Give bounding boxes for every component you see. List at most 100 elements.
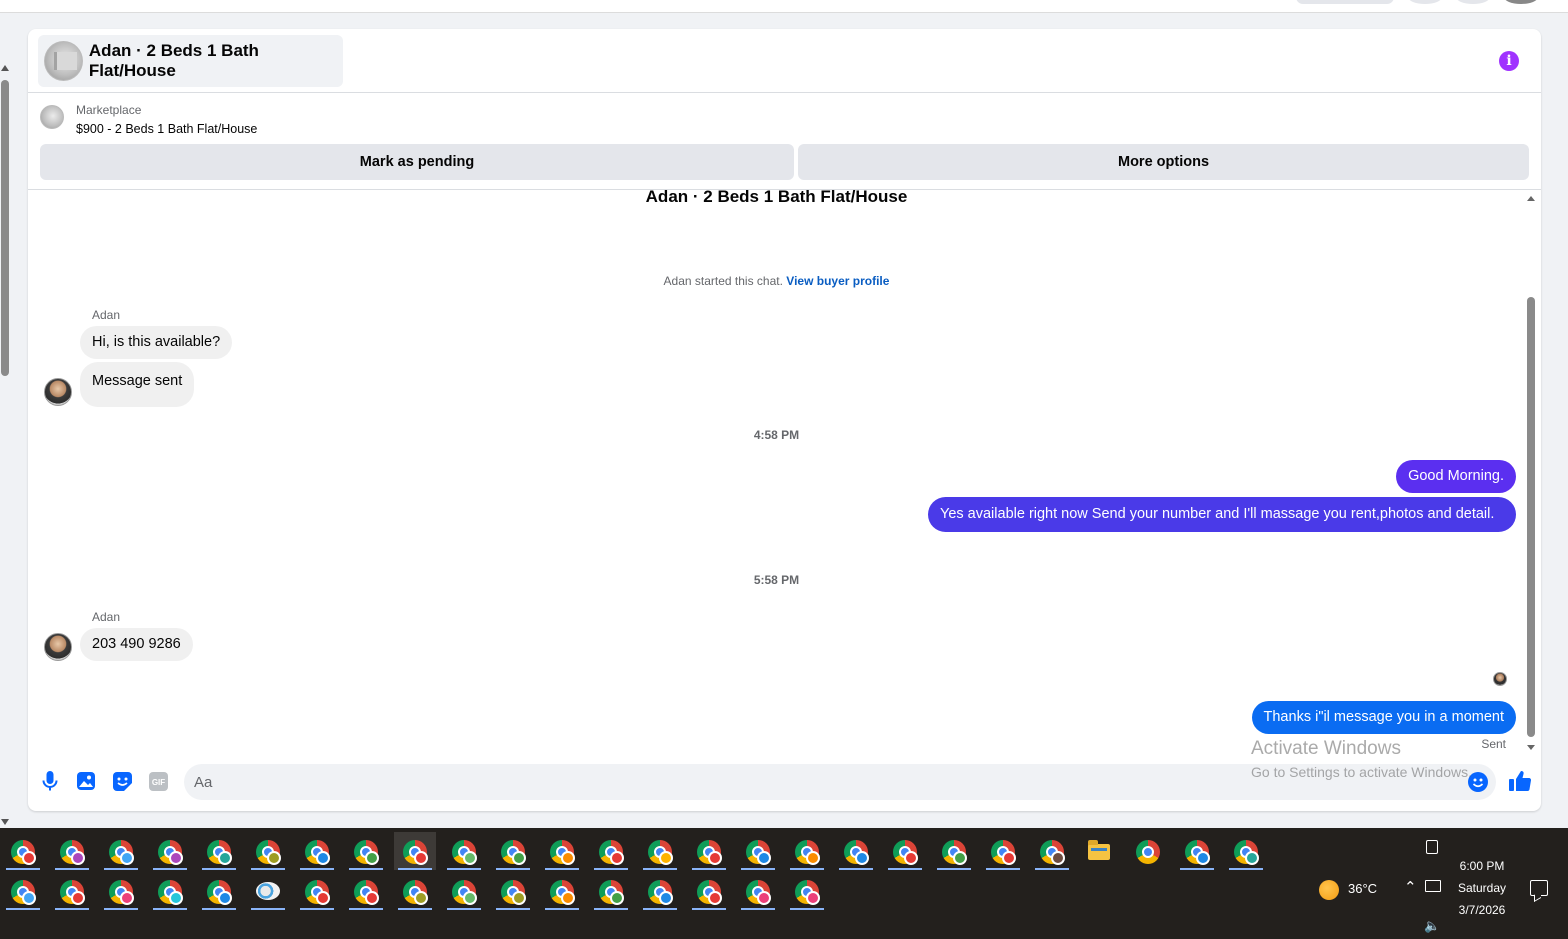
chrome-profile-taskbar-icon[interactable]	[100, 872, 142, 910]
chrome-profile-taskbar-icon[interactable]	[51, 832, 93, 870]
chrome-profile-taskbar-icon[interactable]	[786, 832, 828, 870]
chrome-profile-taskbar-icon[interactable]	[247, 832, 289, 870]
chrome-profile-taskbar-icon[interactable]	[835, 832, 877, 870]
file-explorer-taskbar-icon[interactable]	[1078, 832, 1120, 870]
listing-thumbnail	[44, 41, 83, 81]
chrome-profile-taskbar-icon[interactable]	[590, 832, 632, 870]
chrome-profile-taskbar-icon[interactable]	[100, 832, 142, 870]
notification-icon[interactable]	[1530, 880, 1548, 896]
chrome-profile-taskbar-icon[interactable]	[492, 872, 534, 910]
thumbs-up-icon[interactable]	[1509, 770, 1532, 792]
chrome-profile-taskbar-icon[interactable]	[296, 832, 338, 870]
speaker-icon[interactable]: 🔈	[1424, 918, 1440, 934]
chrome-profile-taskbar-icon[interactable]	[541, 832, 583, 870]
chrome-profile-taskbar-icon[interactable]	[639, 872, 681, 910]
incoming-message[interactable]: 203 490 9286	[80, 628, 193, 661]
chrome-profile-taskbar-icon[interactable]	[2, 872, 44, 910]
mark-as-pending-button[interactable]: Mark as pending	[40, 144, 794, 180]
view-buyer-profile-link[interactable]: View buyer profile	[786, 274, 889, 288]
paint-taskbar-icon[interactable]	[247, 872, 289, 910]
chrome-profile-taskbar-icon[interactable]	[443, 872, 485, 910]
meet-now-icon[interactable]	[1426, 840, 1438, 854]
emoji-icon[interactable]	[1468, 772, 1488, 792]
chat-started-text: Adan started this chat.	[663, 274, 787, 288]
page-scrollbar[interactable]	[0, 60, 10, 825]
scroll-up-arrow[interactable]	[1527, 196, 1535, 201]
message-composer: GIF	[28, 759, 1541, 811]
marketplace-bar: Marketplace $900 - 2 Beds 1 Bath Flat/Ho…	[28, 93, 1541, 190]
chrome-profile-taskbar-icon[interactable]	[590, 872, 632, 910]
scroll-thumb[interactable]	[1, 80, 9, 376]
gif-label: GIF	[151, 778, 164, 787]
chrome-profile-taskbar-icon[interactable]	[394, 872, 436, 910]
chrome-profile-taskbar-icon[interactable]	[149, 832, 191, 870]
outgoing-message[interactable]: Thanks i"il message you in a moment	[1251, 701, 1516, 734]
sender-name: Adan	[92, 308, 121, 322]
gif-icon[interactable]: GIF	[147, 770, 169, 792]
microphone-icon[interactable]	[39, 770, 61, 792]
chrome-taskbar-icon[interactable]	[1127, 832, 1169, 870]
chat-started-notice: Adan started this chat. View buyer profi…	[28, 274, 1525, 288]
chrome-profile-taskbar-icon[interactable]	[1225, 832, 1267, 870]
chrome-profile-taskbar-icon[interactable]	[982, 832, 1024, 870]
chrome-profile-taskbar-icon[interactable]	[541, 872, 583, 910]
chrome-profile-taskbar-icon[interactable]	[51, 872, 93, 910]
scroll-thumb[interactable]	[1527, 297, 1535, 737]
scroll-up-arrow[interactable]	[1, 65, 9, 71]
sticker-icon[interactable]	[111, 770, 133, 792]
chrome-profile-taskbar-icon[interactable]	[492, 832, 534, 870]
chrome-profile-taskbar-icon[interactable]	[198, 872, 240, 910]
conversation-title: Adan · 2 Beds 1 Bath Flat/House	[88, 41, 259, 80]
conversation-title-button[interactable]: Adan · 2 Beds 1 Bath Flat/House	[38, 35, 343, 87]
chrome-profile-taskbar-icon[interactable]	[149, 872, 191, 910]
scroll-down-arrow[interactable]	[1527, 745, 1535, 750]
listing-small-thumbnail[interactable]	[40, 105, 64, 129]
incoming-message[interactable]: Hi, is this available?	[80, 326, 233, 359]
chrome-profile-taskbar-icon[interactable]	[443, 832, 485, 870]
incoming-message[interactable]: Message sent	[80, 362, 195, 407]
chrome-profile-taskbar-icon[interactable]	[688, 832, 730, 870]
chrome-profile-taskbar-icon[interactable]	[1176, 832, 1218, 870]
chrome-profile-taskbar-icon[interactable]	[688, 872, 730, 910]
chrome-profile-taskbar-icon[interactable]	[345, 872, 387, 910]
buyer-avatar[interactable]	[44, 378, 72, 406]
network-icon[interactable]	[1425, 880, 1441, 892]
outgoing-message[interactable]: Good Morning.	[1396, 460, 1516, 493]
chat-window: Adan · 2 Beds 1 Bath Flat/House i Market…	[28, 29, 1541, 811]
scroll-down-arrow[interactable]	[1, 819, 9, 825]
clock-day[interactable]: Saturday	[1452, 881, 1512, 895]
outgoing-message[interactable]: Yes available right now Send your number…	[928, 497, 1516, 532]
chrome-profile-taskbar-icon[interactable]	[786, 872, 828, 910]
clock-date[interactable]: 3/7/2026	[1452, 903, 1512, 917]
buyer-avatar[interactable]	[44, 633, 72, 661]
listing-price-title[interactable]: $900 - 2 Beds 1 Bath Flat/House	[76, 122, 257, 136]
more-options-button[interactable]: More options	[798, 144, 1529, 180]
chrome-profile-taskbar-icon[interactable]	[296, 872, 338, 910]
browser-top-strip	[0, 0, 1568, 13]
clock-time[interactable]: 6:00 PM	[1452, 859, 1512, 873]
chrome-profile-taskbar-icon[interactable]	[198, 832, 240, 870]
chrome-profile-taskbar-icon[interactable]	[737, 872, 779, 910]
chrome-profile-taskbar-icon[interactable]	[345, 832, 387, 870]
message-input-wrapper[interactable]	[184, 764, 1496, 800]
top-pill[interactable]	[1296, 0, 1394, 4]
message-input[interactable]	[194, 764, 1454, 800]
chrome-profile-taskbar-icon[interactable]	[737, 832, 779, 870]
chrome-profile-taskbar-icon[interactable]	[2, 832, 44, 870]
info-icon[interactable]: i	[1499, 51, 1519, 71]
profile-avatar[interactable]	[1504, 0, 1538, 4]
listing-heading: Adan · 2 Beds 1 Bath Flat/House	[645, 190, 908, 206]
weather-sun-icon[interactable]	[1319, 880, 1339, 900]
chrome-profile-taskbar-icon[interactable]	[394, 832, 436, 870]
chrome-profile-taskbar-icon[interactable]	[884, 832, 926, 870]
message-scrollbar[interactable]	[1527, 190, 1535, 750]
chevron-up-icon[interactable]: ⌃	[1404, 878, 1417, 896]
seen-avatar	[1493, 672, 1507, 686]
chrome-profile-taskbar-icon[interactable]	[933, 832, 975, 870]
weather-temperature[interactable]: 36°C	[1348, 881, 1377, 896]
chrome-profile-taskbar-icon[interactable]	[1031, 832, 1073, 870]
image-icon[interactable]	[75, 770, 97, 792]
top-round-button[interactable]	[1456, 0, 1490, 4]
chrome-profile-taskbar-icon[interactable]	[639, 832, 681, 870]
top-round-button[interactable]	[1408, 0, 1442, 4]
